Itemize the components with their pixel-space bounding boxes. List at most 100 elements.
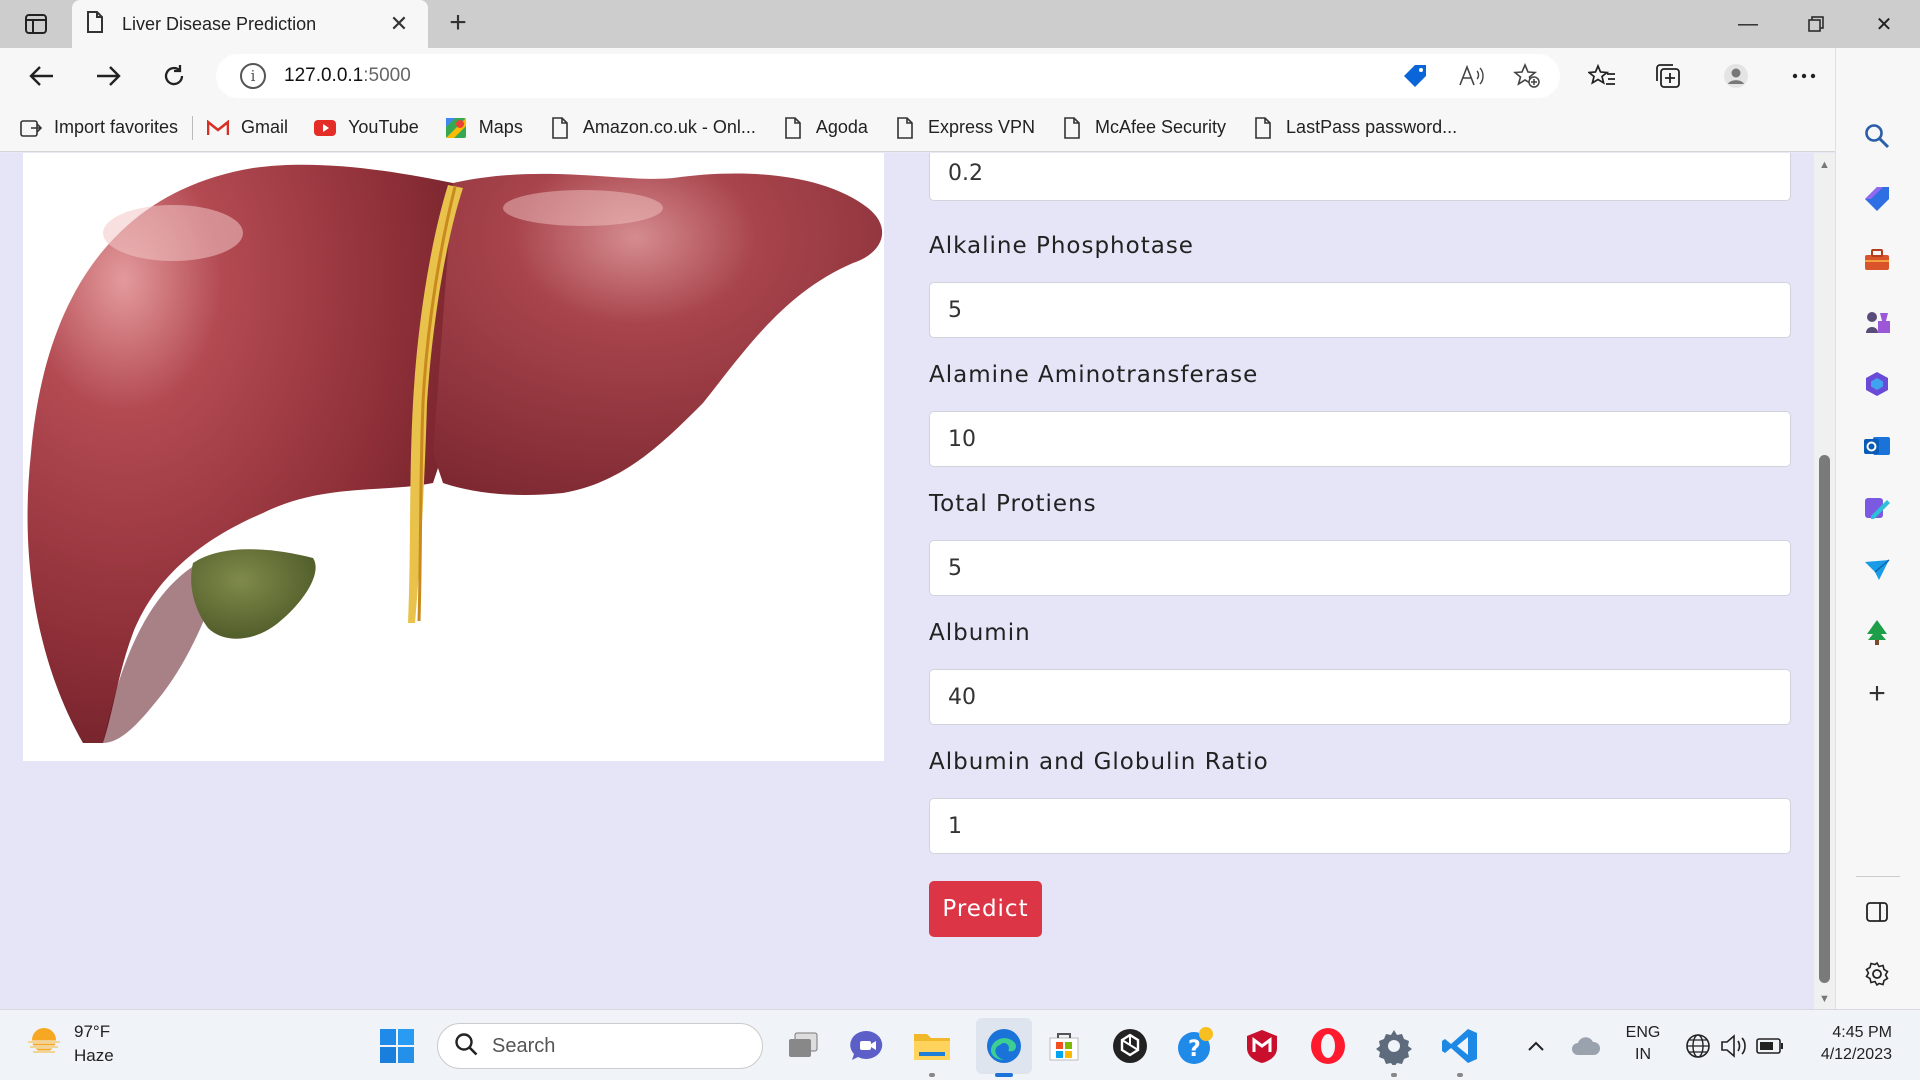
sidebar-toggle-icon[interactable] [1857, 892, 1897, 932]
bookmark-agoda[interactable]: Agoda [782, 116, 868, 139]
bookmark-label: Agoda [815, 117, 868, 137]
bookmark-label: Import favorites [54, 117, 179, 137]
read-aloud-icon[interactable] [1454, 60, 1488, 92]
send-icon[interactable] [1857, 550, 1897, 590]
bookmark-gmail[interactable]: Gmail [207, 117, 288, 139]
alkaline-phosphotase-input[interactable]: 5 [929, 282, 1791, 338]
task-view-icon[interactable] [781, 1024, 825, 1068]
restore-button[interactable] [1786, 0, 1846, 48]
bookmark-amazon[interactable]: Amazon.co.uk - Onl... [549, 116, 756, 139]
tools-icon[interactable] [1857, 240, 1897, 280]
bookmark-label: Express VPN [927, 117, 1035, 137]
outlook-icon[interactable] [1857, 426, 1897, 466]
page-icon [894, 116, 916, 139]
profile-avatar[interactable] [1716, 56, 1756, 96]
clock[interactable]: 4:45 PM 4/12/2023 [1800, 1022, 1892, 1066]
opera-icon[interactable] [1306, 1024, 1350, 1068]
bookmark-youtube[interactable]: YouTube [314, 117, 419, 139]
sidebar-divider [1856, 876, 1900, 877]
weather-widget[interactable]: 97°F Haze [24, 1020, 114, 1068]
tab-liver-disease-prediction[interactable]: Liver Disease Prediction ✕ [72, 0, 428, 48]
input-value: 0.2 [948, 160, 983, 186]
scroll-up-arrow-icon[interactable]: ▲ [1819, 159, 1830, 171]
alamine-aminotransferase-input[interactable]: 10 [929, 411, 1791, 467]
vscode-icon[interactable] [1438, 1024, 1482, 1068]
search-icon[interactable] [1857, 116, 1897, 156]
running-indicator [929, 1073, 935, 1077]
bookmark-label: YouTube [348, 117, 419, 137]
back-button[interactable] [22, 56, 62, 96]
shopping-tag-icon[interactable] [1398, 60, 1432, 92]
openai-chatgpt-icon[interactable] [1108, 1024, 1152, 1068]
input-value: 5 [948, 297, 962, 323]
edge-taskbar-icon[interactable] [976, 1018, 1032, 1074]
microsoft365-icon[interactable] [1857, 364, 1897, 404]
scroll-down-arrow-icon[interactable]: ▼ [1819, 993, 1830, 1005]
total-bilirubin-input[interactable]: 0.2 [929, 153, 1791, 201]
bookmark-maps[interactable]: Maps [445, 117, 523, 139]
tab-actions-icon[interactable] [6, 0, 66, 48]
import-icon [20, 117, 42, 139]
settings-gear-icon[interactable] [1372, 1024, 1416, 1068]
page-icon [782, 116, 804, 139]
windows-start-icon[interactable] [375, 1024, 419, 1068]
bookmark-mcafee[interactable]: McAfee Security [1061, 116, 1226, 139]
battery-icon[interactable] [1748, 1024, 1792, 1068]
bookmark-label: Amazon.co.uk - Onl... [582, 117, 756, 137]
close-window-button[interactable]: ✕ [1854, 0, 1914, 48]
get-help-icon[interactable]: ? [1174, 1024, 1218, 1068]
predict-button[interactable]: Predict [929, 881, 1042, 937]
total-protiens-label: Total Protiens [929, 491, 1097, 517]
designer-icon[interactable] [1857, 488, 1897, 528]
add-icon[interactable]: + [1857, 674, 1897, 714]
favorites-icon[interactable] [1582, 56, 1622, 96]
scrollbar-thumb[interactable] [1819, 455, 1830, 983]
teams-chat-icon[interactable] [845, 1024, 889, 1068]
bookmark-lastpass[interactable]: LastPass password... [1252, 116, 1458, 139]
bookmark-import-favorites[interactable]: Import favorites [20, 117, 178, 139]
browser-toolbar: i 127.0.0.1:5000 [0, 48, 1920, 104]
tree-icon[interactable] [1857, 612, 1897, 652]
add-favorite-icon[interactable] [1510, 60, 1544, 92]
bookmark-label: Maps [478, 117, 523, 137]
file-explorer-icon[interactable] [910, 1024, 954, 1068]
active-app-indicator [995, 1073, 1013, 1077]
settings-gear-icon[interactable] [1857, 954, 1897, 994]
input-value: 5 [948, 555, 962, 581]
clock-date: 4/12/2023 [1820, 1046, 1892, 1063]
forward-button[interactable] [88, 56, 128, 96]
taskbar-search[interactable]: Search [437, 1023, 763, 1069]
tab-title: Liver Disease Prediction [122, 13, 317, 34]
albumin-globulin-ratio-input[interactable]: 1 [929, 798, 1791, 854]
games-icon[interactable] [1857, 302, 1897, 342]
address-bar[interactable]: i 127.0.0.1:5000 [216, 54, 1560, 98]
site-info-icon[interactable]: i [240, 63, 266, 89]
show-hidden-icons-chevron-icon[interactable] [1514, 1024, 1558, 1068]
maps-icon [445, 117, 467, 139]
favorites-bar: Import favorites Gmail YouTube Maps Amaz… [0, 104, 1835, 152]
bookmark-express-vpn[interactable]: Express VPN [894, 116, 1035, 139]
page-icon [1252, 116, 1274, 139]
url-host: 127.0.0.1 [284, 65, 364, 86]
page-scrollbar[interactable]: ▲ ▼ [1814, 153, 1835, 1009]
collections-icon[interactable] [1648, 56, 1688, 96]
input-value: 40 [948, 684, 976, 710]
bookmark-label: LastPass password... [1286, 117, 1458, 137]
minimize-button[interactable]: — [1718, 0, 1778, 48]
onedrive-cloud-icon[interactable] [1564, 1024, 1608, 1068]
url-port: :5000 [363, 65, 411, 86]
close-tab-icon[interactable]: ✕ [384, 11, 414, 37]
total-protiens-input[interactable]: 5 [929, 540, 1791, 596]
svg-text:?: ? [1188, 1037, 1201, 1062]
new-tab-button[interactable]: + [440, 6, 476, 42]
microsoft-store-icon[interactable] [1042, 1024, 1086, 1068]
search-label: Search [492, 1034, 556, 1057]
language-indicator[interactable]: ENG IN [1618, 1022, 1668, 1066]
more-menu-icon[interactable] [1784, 56, 1824, 96]
youtube-icon [314, 117, 337, 139]
edge-sidebar: + [1835, 48, 1920, 1009]
refresh-button[interactable] [154, 56, 194, 96]
shopping-icon[interactable] [1857, 178, 1897, 218]
albumin-input[interactable]: 40 [929, 669, 1791, 725]
mcafee-icon[interactable] [1240, 1024, 1284, 1068]
